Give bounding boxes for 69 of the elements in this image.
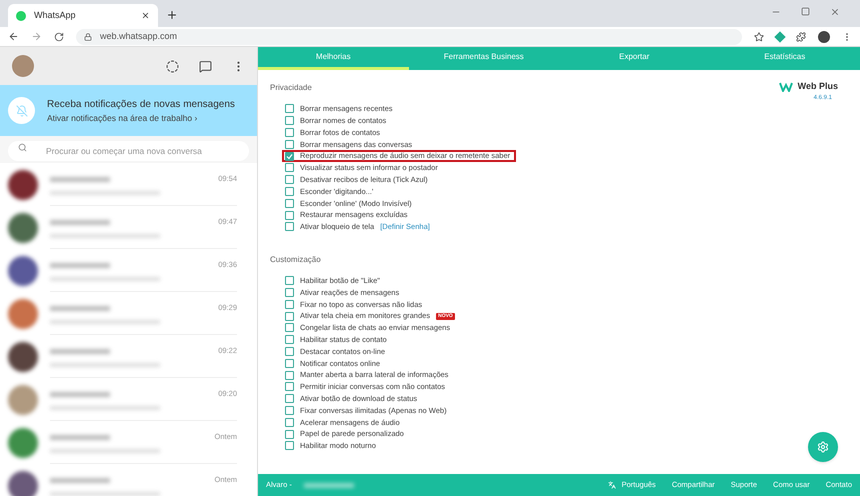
logo-name: Web Plus — [798, 80, 838, 93]
tab[interactable]: Exportar — [559, 47, 710, 70]
checkbox[interactable] — [285, 418, 294, 427]
checkbox[interactable] — [285, 323, 294, 332]
bell-off-icon — [16, 104, 28, 116]
language-icon — [608, 481, 616, 489]
checkbox[interactable] — [285, 116, 294, 126]
bookmark-icon[interactable] — [754, 32, 764, 42]
search-field[interactable]: Procurar ou começar uma nova conversa — [8, 140, 249, 160]
checkbox[interactable] — [285, 288, 294, 297]
checkbox[interactable] — [285, 128, 294, 137]
checkbox[interactable] — [285, 346, 294, 356]
checkbox[interactable] — [285, 312, 294, 321]
blurred-name — [50, 348, 110, 354]
section-title: Customização — [270, 254, 321, 266]
blurred-name — [50, 220, 110, 224]
blurred-name — [50, 434, 110, 440]
checkbox[interactable] — [285, 163, 294, 172]
logo-icon — [778, 82, 794, 92]
profile-avatar[interactable] — [818, 30, 830, 42]
checkbox[interactable] — [285, 300, 294, 309]
notification-link[interactable]: Ativar notificações na área de trabalho › — [47, 112, 235, 124]
checkbox[interactable] — [285, 394, 294, 404]
extensions-icon[interactable] — [796, 32, 806, 42]
notification-title: Receba notificações de novas mensagens — [47, 98, 235, 112]
new-chat-icon[interactable] — [199, 60, 212, 72]
checkbox[interactable] — [285, 175, 294, 184]
status-icon[interactable] — [166, 60, 179, 72]
checkbox[interactable] — [285, 198, 294, 208]
new-tab-icon[interactable] — [166, 9, 178, 21]
tab[interactable]: Ferramentas Business — [408, 47, 559, 70]
tab[interactable]: Melhorias — [258, 47, 408, 70]
close-icon[interactable] — [141, 11, 150, 20]
browser-tab[interactable]: WhatsApp — [8, 4, 158, 27]
checkbox[interactable] — [285, 441, 294, 450]
checkbox[interactable] — [285, 210, 294, 220]
checkbox[interactable] — [285, 406, 294, 415]
checkbox[interactable] — [285, 370, 294, 380]
lock-icon — [84, 32, 92, 40]
blurred-name — [50, 478, 110, 482]
checkbox[interactable] — [285, 382, 294, 392]
search-icon — [18, 143, 27, 152]
reload-icon[interactable] — [54, 32, 64, 42]
blurred-name — [50, 262, 110, 268]
checkbox[interactable] — [285, 140, 294, 149]
checkbox[interactable] — [285, 276, 294, 286]
notification-banner[interactable]: Receba notificações de novas mensagens Ativar notificações na área de trabalho › — [0, 85, 257, 136]
back-icon[interactable] — [8, 31, 19, 42]
blurred-name — [50, 176, 110, 182]
checkbox[interactable] — [285, 222, 294, 232]
checkbox[interactable] — [285, 186, 294, 196]
extension-icon[interactable] — [774, 30, 786, 42]
maximize-icon[interactable] — [801, 7, 810, 16]
blurred-name — [50, 306, 110, 310]
blurred-phone — [304, 482, 354, 488]
settings-icon — [817, 441, 829, 453]
checkbox[interactable] — [285, 152, 294, 161]
section-title: Privacidade — [270, 82, 312, 94]
tab[interactable]: Estatísticas — [710, 47, 860, 70]
forward-icon[interactable] — [31, 31, 42, 42]
checkbox[interactable] — [285, 104, 294, 114]
checkbox[interactable] — [285, 430, 294, 439]
close-window-icon[interactable] — [830, 7, 840, 17]
address-bar[interactable]: web.whatsapp.com — [76, 28, 742, 44]
blurred-name — [50, 392, 110, 396]
settings-button[interactable] — [808, 432, 838, 462]
checkbox[interactable] — [285, 335, 294, 344]
tab-title: WhatsApp — [34, 8, 77, 22]
checkbox[interactable] — [285, 358, 294, 368]
